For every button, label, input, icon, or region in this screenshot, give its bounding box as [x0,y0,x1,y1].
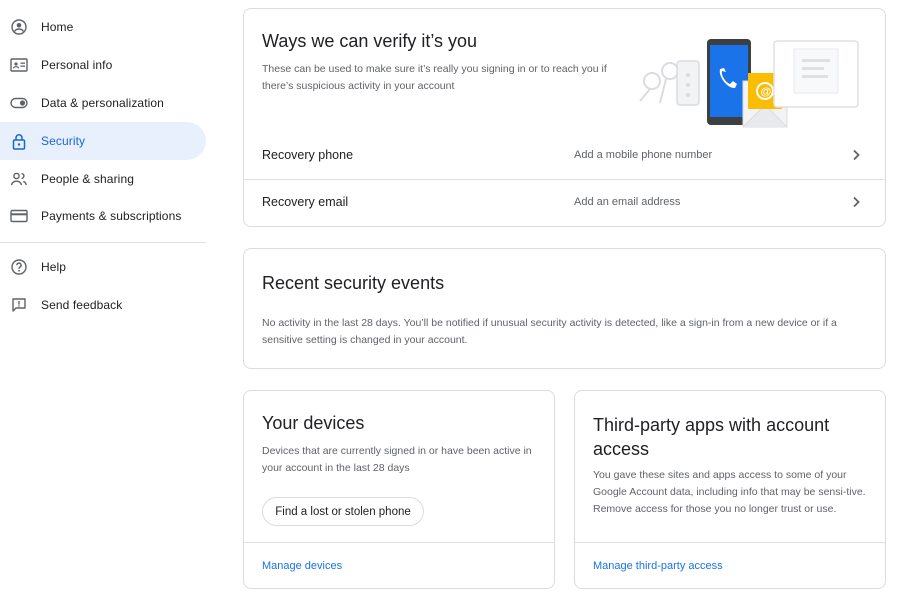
recovery-email-value: Add an email address [574,196,681,208]
svg-text:@: @ [761,86,772,98]
find-lost-phone-button[interactable]: Find a lost or stolen phone [262,497,424,526]
card-divider [575,542,885,543]
card-divider [244,542,554,543]
sidebar-item-send-feedback[interactable]: Send feedback [0,286,206,324]
third-party-description: You gave these sites and apps access to … [593,469,866,515]
credit-card-icon [10,207,28,225]
sidebar-item-security[interactable]: Security [0,122,206,160]
sidebar-item-label: Payments & subscriptions [41,209,182,223]
recovery-phone-value: Add a mobile phone number [574,149,713,161]
devices-title: Your devices [262,413,365,433]
sidebar-item-label: People & sharing [41,172,134,186]
manage-third-party-link[interactable]: Manage third-party access [593,560,723,572]
security-events-description: No activity in the last 28 days. You’ll … [262,317,837,346]
account-circle-icon [10,18,28,36]
devices-description: Devices that are currently signed in or … [262,445,532,474]
sidebar-item-label: Personal info [41,58,113,72]
feedback-icon [10,296,28,314]
security-events-card[interactable]: Recent security events No activity in th… [243,248,886,369]
sidebar-item-personal-info[interactable]: Personal info [0,46,206,84]
security-events-title: Recent security events [262,273,445,293]
lock-icon [10,132,28,150]
sidebar: Home Personal info Data & personalizatio… [0,0,210,603]
verify-title: Ways we can verify it’s you [262,31,478,51]
sidebar-item-payments[interactable]: Payments & subscriptions [0,197,206,235]
sidebar-item-label: Send feedback [41,298,123,312]
verify-illustration-icon: @ [639,39,859,128]
people-icon [10,170,28,188]
recovery-phone-row[interactable]: Recovery phone Add a mobile phone number [244,133,885,179]
sidebar-item-label: Help [41,260,67,274]
recovery-phone-label: Recovery phone [262,148,354,162]
sidebar-item-help[interactable]: Help [0,248,206,286]
devices-card: Your devices Devices that are currently … [243,390,555,589]
third-party-title: Third-party apps with account access [593,415,830,459]
verify-card: Ways we can verify it’s you These can be… [243,8,886,227]
third-party-card: Third-party apps with account access You… [574,390,886,589]
id-card-icon [10,56,28,74]
toggle-icon [10,94,28,112]
help-icon [10,258,28,276]
sidebar-divider [0,242,206,243]
recovery-email-row[interactable]: Recovery email Add an email address [244,180,885,226]
sidebar-item-people-sharing[interactable]: People & sharing [0,160,206,198]
sidebar-item-label: Security [41,134,86,148]
manage-devices-link[interactable]: Manage devices [262,560,342,572]
sidebar-item-data-personalization[interactable]: Data & personalization [0,84,206,122]
chevron-right-icon [853,149,860,161]
recovery-email-label: Recovery email [262,195,349,209]
chevron-right-icon [853,196,860,208]
sidebar-item-label: Home [41,20,74,34]
verify-description: These can be used to make sure it’s real… [262,63,607,92]
sidebar-item-home[interactable]: Home [0,8,206,46]
sidebar-item-label: Data & personalization [41,96,164,110]
